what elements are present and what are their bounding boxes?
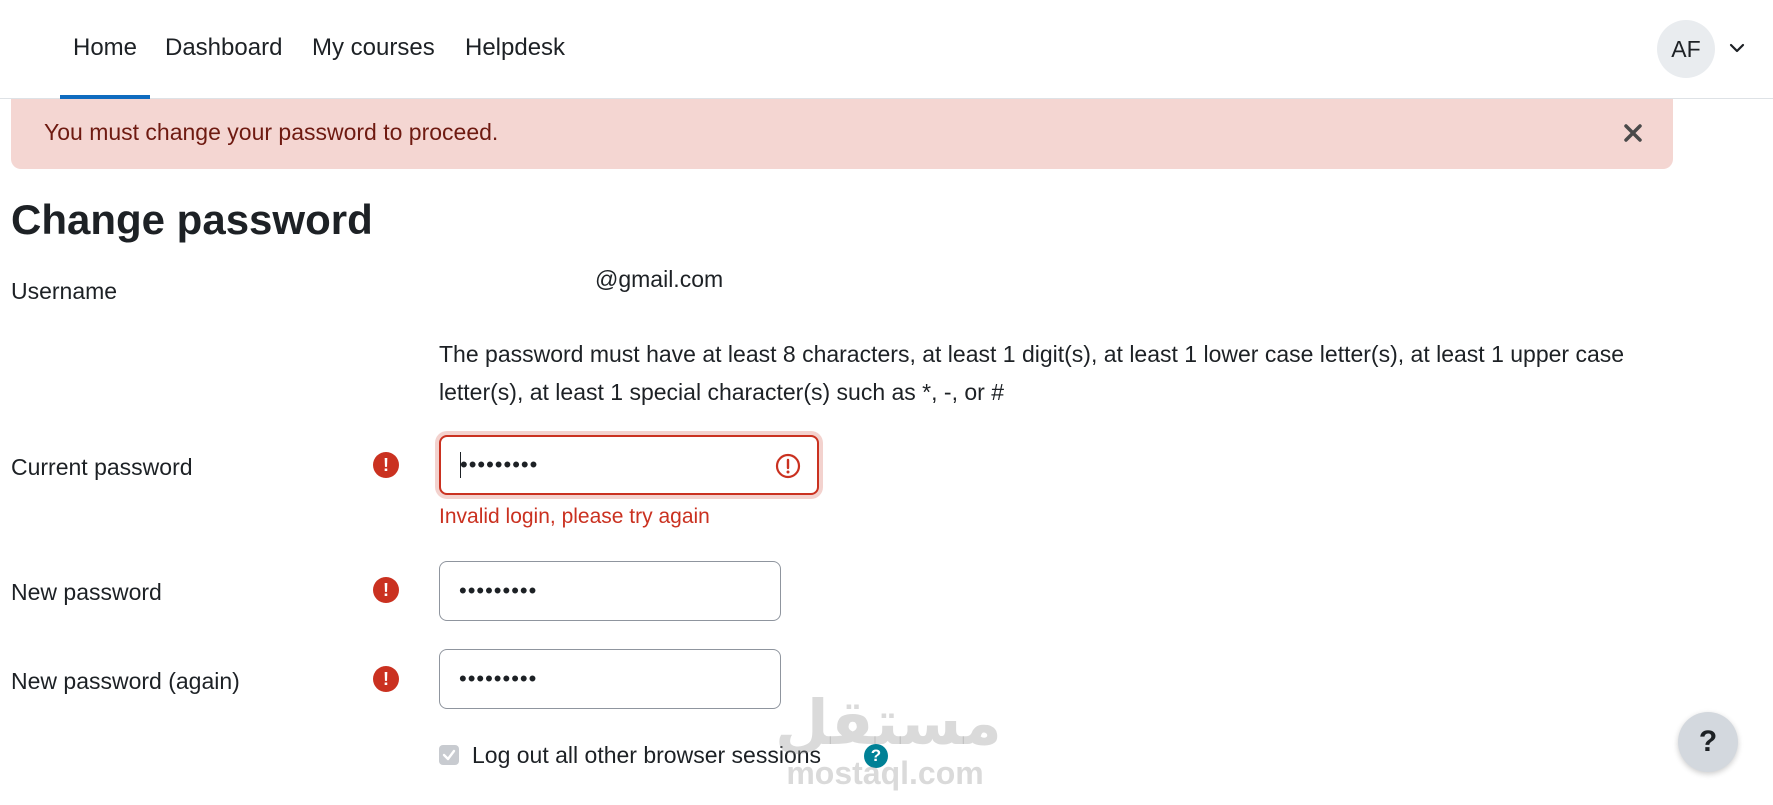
checkmark-icon [442, 749, 456, 761]
new-password-input[interactable]: ••••••••• [439, 561, 781, 621]
page-title: Change password [11, 196, 373, 243]
watermark-logo: مستقل mostaql.com [775, 690, 1002, 791]
help-button[interactable]: ? [1678, 712, 1738, 772]
password-policy-text: The password must have at least 8 charac… [439, 341, 1625, 405]
current-password-input[interactable]: ••••••••• [439, 435, 819, 495]
current-password-error: Invalid login, please try again [439, 505, 710, 528]
current-password-label: Current password [11, 454, 193, 480]
nav-item-helpdesk[interactable]: Helpdesk [465, 34, 565, 99]
chevron-down-icon[interactable] [1727, 38, 1747, 58]
nav-item-my-courses[interactable]: My courses [312, 34, 435, 99]
required-icon: ! [373, 452, 399, 478]
user-avatar[interactable]: AF [1657, 20, 1715, 78]
new-password-label: New password [11, 579, 162, 605]
required-icon: ! [373, 577, 399, 603]
new-password-again-input[interactable]: ••••••••• [439, 649, 781, 709]
new-password-again-label: New password (again) [11, 668, 240, 694]
username-value: @gmail.com [595, 266, 724, 292]
logout-sessions-checkbox[interactable] [439, 745, 459, 765]
new-password-value: ••••••••• [459, 578, 538, 603]
current-password-value: ••••••••• [460, 452, 539, 477]
logout-sessions-label[interactable]: Log out all other browser sessions [472, 742, 821, 769]
question-help-icon[interactable]: ? [864, 744, 888, 768]
close-icon[interactable] [1617, 117, 1649, 149]
error-icon [775, 453, 801, 479]
nav-item-home[interactable]: Home [59, 34, 151, 99]
required-icon: ! [373, 666, 399, 692]
alert-message: You must change your password to proceed… [44, 119, 499, 145]
top-navbar: Home Dashboard My courses Helpdesk AF [0, 0, 1773, 99]
username-label: Username [11, 278, 118, 304]
password-change-alert: You must change your password to proceed… [11, 99, 1673, 169]
new-password-again-value: ••••••••• [459, 666, 538, 691]
nav-item-dashboard[interactable]: Dashboard [165, 34, 282, 99]
